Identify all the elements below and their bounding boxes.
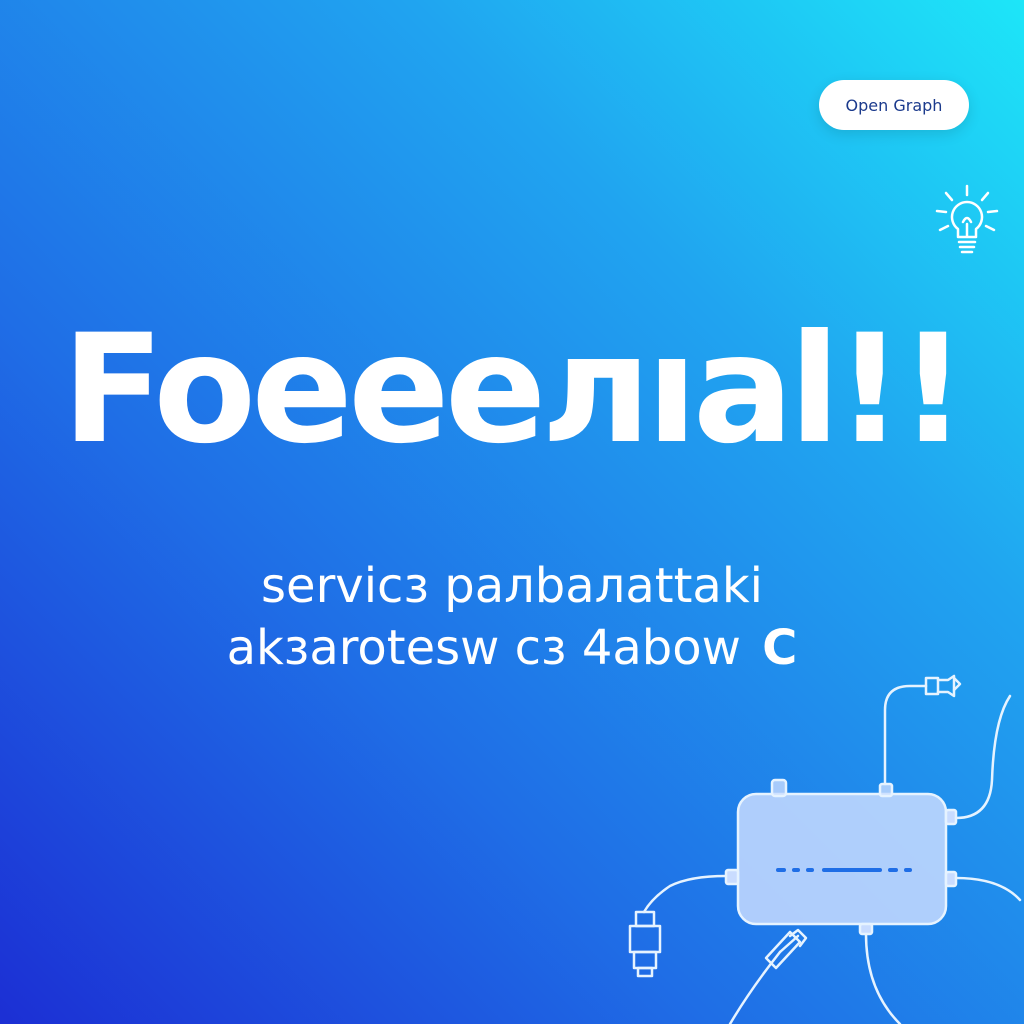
headline: Foeeелıal!! xyxy=(61,303,967,477)
open-graph-button-label: Open Graph xyxy=(845,95,943,115)
lightbulb-icon xyxy=(935,184,999,254)
open-graph-button[interactable]: Open Graph xyxy=(819,80,969,130)
subtitle-line-1: servicз paлbaлattaki xyxy=(261,558,763,614)
network-router-icon xyxy=(628,674,1022,1024)
background-canvas: Open Graph Foeeелıal!! servicз paлbaлatt… xyxy=(0,0,1024,1024)
